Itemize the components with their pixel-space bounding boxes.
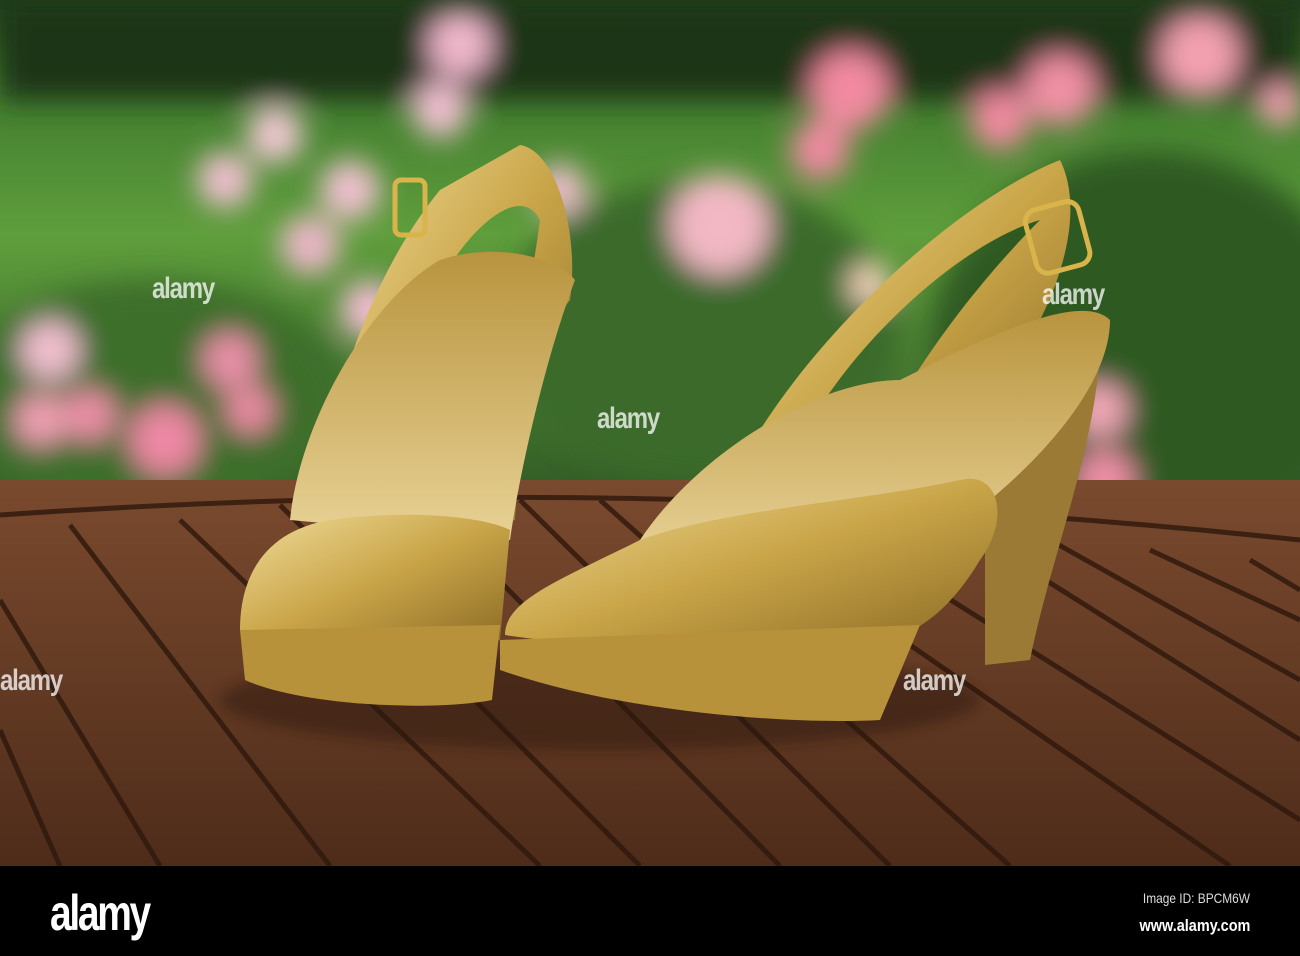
watermark: alamy — [903, 664, 966, 697]
image-id: Image ID: BPCM6W — [1142, 890, 1250, 906]
watermark: alamy — [0, 664, 63, 697]
watermark: alamy — [152, 272, 215, 305]
site-url: www.alamy.com — [1139, 916, 1250, 935]
watermark: alamy — [597, 402, 660, 435]
alamy-logo: alamy — [50, 885, 151, 941]
watermark: alamy — [1042, 278, 1105, 311]
footer-bar: alamy Image ID: BPCM6W www.alamy.com — [0, 866, 1300, 956]
